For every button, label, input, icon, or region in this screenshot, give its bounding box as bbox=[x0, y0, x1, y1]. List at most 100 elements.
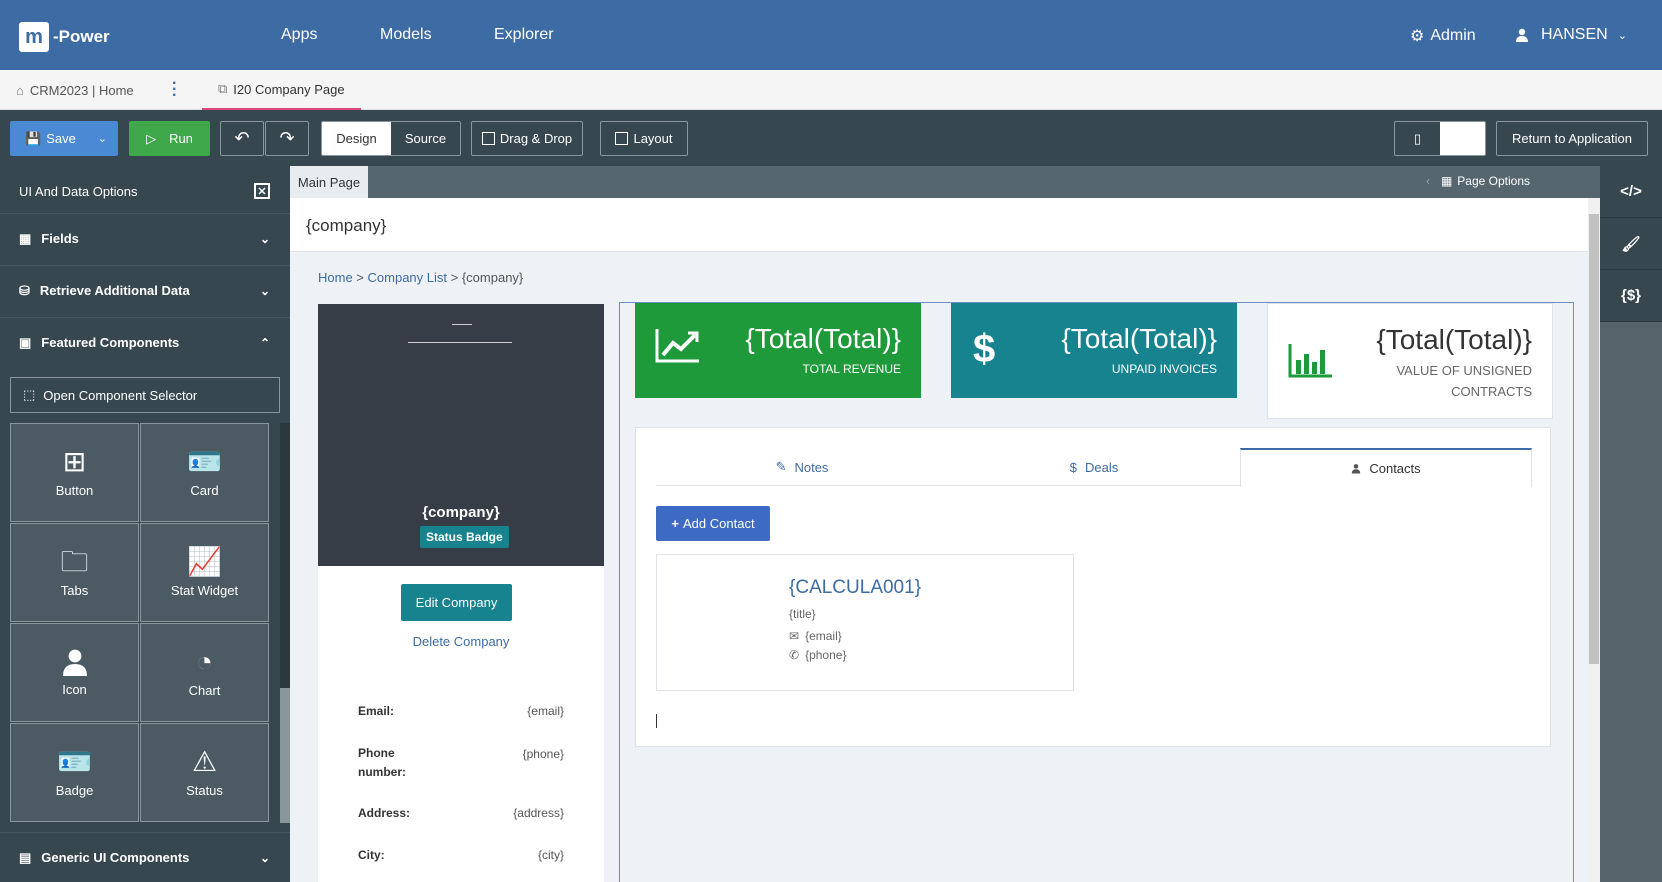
breadcrumb-home[interactable]: Home bbox=[318, 270, 353, 285]
delete-company-link[interactable]: Delete Company bbox=[318, 634, 604, 649]
tab-home[interactable]: ⌂ CRM2023 | Home bbox=[16, 70, 134, 110]
pie-chart-icon: ◔ bbox=[196, 646, 213, 677]
open-component-selector-button[interactable]: ⬚ Open Component Selector bbox=[10, 377, 280, 413]
layout-label: Layout bbox=[633, 131, 673, 146]
layout-button[interactable]: Layout bbox=[600, 121, 688, 156]
phone-value: {phone} bbox=[522, 747, 564, 761]
tab-contacts[interactable]: Contacts bbox=[1240, 448, 1532, 487]
main-page-tab[interactable]: Main Page bbox=[290, 166, 368, 198]
component-button[interactable]: ⊞ Button bbox=[10, 423, 139, 522]
sidebar-item-fields[interactable]: ▦ Fields ⌄ bbox=[0, 213, 290, 263]
sidebar-item-featured[interactable]: ▣ Featured Components ⌃ bbox=[0, 317, 290, 367]
contact-card[interactable]: {CALCULA001} {title} ✉ {email} ✆ {phone} bbox=[656, 554, 1074, 691]
component-chart[interactable]: ◔ Chart bbox=[140, 623, 269, 722]
brush-icon: 🖌 bbox=[1621, 235, 1641, 253]
retrieve-label: Retrieve Additional Data bbox=[39, 283, 190, 298]
component-grid: ⊞ Button 🪪 Card 🗀 Tabs 📈 Stat Widget Ico… bbox=[10, 423, 270, 823]
user-menu[interactable]: HANSEN ⌄ bbox=[1515, 26, 1627, 44]
company-card: {company} Status Badge Edit Company Dele… bbox=[318, 304, 604, 882]
stat-label: VALUE OF UNSIGNED CONTRACTS bbox=[1396, 363, 1532, 399]
script-button[interactable]: {$} bbox=[1600, 270, 1662, 322]
component-stat-widget[interactable]: 📈 Stat Widget bbox=[140, 523, 269, 622]
component-label: Tabs bbox=[60, 583, 89, 598]
list-icon: ▤ bbox=[19, 849, 32, 865]
component-icon[interactable]: Icon bbox=[10, 623, 139, 722]
stat-total-revenue[interactable]: {Total(Total)} TOTAL REVENUE bbox=[635, 303, 921, 398]
style-button[interactable]: 🖌 bbox=[1600, 218, 1662, 270]
scrollbar-thumb[interactable] bbox=[1589, 214, 1599, 664]
warning-icon: ⚠ bbox=[191, 746, 218, 777]
undo-button[interactable]: ↶ bbox=[220, 121, 264, 156]
user-icon bbox=[1516, 28, 1528, 42]
page-title: {company} bbox=[306, 216, 387, 235]
divider bbox=[452, 324, 472, 325]
generic-label: Generic UI Components bbox=[41, 850, 190, 865]
admin-label: Admin bbox=[1430, 27, 1476, 44]
code-button[interactable]: </> bbox=[1600, 166, 1662, 218]
plus-square-icon: ⊞ bbox=[62, 446, 87, 477]
sidebar-item-retrieve[interactable]: ⛁ Retrieve Additional Data ⌄ bbox=[0, 265, 290, 315]
more-options-icon[interactable]: · · · bbox=[172, 76, 177, 104]
nav-models[interactable]: Models bbox=[380, 26, 432, 44]
nav-explorer[interactable]: Explorer bbox=[494, 26, 554, 44]
page-options-label: Page Options bbox=[1457, 174, 1530, 188]
run-button[interactable]: ▷ Run bbox=[129, 121, 210, 156]
device-toggle: ▯ 🖵 bbox=[1394, 121, 1486, 156]
left-sidebar: UI And Data Options ✕ ▦ Fields ⌄ ⛁ Retri… bbox=[0, 166, 290, 882]
tab-company-page[interactable]: ⧉ I20 Company Page bbox=[202, 70, 361, 110]
stat-unsigned-contracts[interactable]: {Total(Total)} VALUE OF UNSIGNED CONTRAC… bbox=[1267, 303, 1553, 419]
close-icon[interactable]: ✕ bbox=[254, 183, 270, 199]
app-logo[interactable]: m -Power bbox=[19, 22, 110, 52]
component-status[interactable]: ⚠ Status bbox=[140, 723, 269, 822]
editor-toolbar: 💾 Save ⌄ ▷ Run ↶ ↷ Design Source Drag & … bbox=[0, 110, 1662, 166]
component-label: Badge bbox=[55, 783, 94, 798]
status-badge: Status Badge bbox=[420, 526, 509, 548]
sidebar-scrollbar[interactable] bbox=[280, 423, 290, 823]
tab-contacts-label: Contacts bbox=[1369, 461, 1421, 476]
nav-apps[interactable]: Apps bbox=[281, 26, 317, 44]
phone-icon: ✆ bbox=[789, 648, 800, 662]
user-icon bbox=[62, 649, 87, 676]
breadcrumb-company-list[interactable]: Company List bbox=[368, 270, 447, 285]
redo-button[interactable]: ↷ bbox=[265, 121, 309, 156]
desktop-view-button[interactable]: 🖵 bbox=[1440, 122, 1485, 155]
stat-label: TOTAL REVENUE bbox=[802, 362, 901, 376]
folder-icon: 🗀 bbox=[60, 546, 89, 577]
component-card[interactable]: 🪪 Card bbox=[140, 423, 269, 522]
page-header: {company} bbox=[290, 198, 1588, 252]
canvas-scrollbar[interactable] bbox=[1588, 198, 1600, 882]
gear-icon: ⚙ bbox=[1410, 28, 1425, 45]
component-label: Card bbox=[190, 483, 219, 498]
source-tab[interactable]: Source bbox=[391, 122, 460, 155]
chart-line-icon: 📈 bbox=[187, 546, 222, 577]
save-button[interactable]: 💾 Save ⌄ bbox=[10, 121, 118, 156]
stat-value: {Total(Total)} bbox=[1376, 324, 1532, 355]
design-tab[interactable]: Design bbox=[322, 122, 391, 155]
fields-label: Fields bbox=[41, 231, 79, 246]
contact-name[interactable]: {CALCULA001} bbox=[789, 577, 921, 599]
admin-menu[interactable]: ⚙ Admin bbox=[1410, 26, 1476, 46]
mobile-view-button[interactable]: ▯ bbox=[1395, 122, 1440, 155]
city-value: {city} bbox=[537, 848, 564, 862]
tab-deals[interactable]: $ Deals bbox=[948, 448, 1240, 486]
breadcrumb-current: {company} bbox=[461, 270, 524, 285]
chevron-down-icon: ⌄ bbox=[259, 283, 270, 298]
scrollbar-thumb[interactable] bbox=[280, 688, 290, 823]
add-contact-button[interactable]: + Add Contact bbox=[656, 506, 770, 541]
cube-icon: ▣ bbox=[19, 334, 32, 350]
company-card-header: {company} Status Badge bbox=[318, 304, 604, 566]
page-options-button[interactable]: ‹ ▦ Page Options bbox=[1426, 174, 1530, 188]
mobile-icon: ▯ bbox=[1413, 130, 1422, 146]
stat-unpaid-invoices[interactable]: $ {Total(Total)} UNPAID INVOICES bbox=[951, 303, 1237, 398]
return-to-application-button[interactable]: Return to Application bbox=[1496, 121, 1648, 156]
chevron-down-icon: ⌄ bbox=[259, 850, 270, 865]
edit-company-button[interactable]: Edit Company bbox=[401, 584, 512, 621]
tab-notes[interactable]: ✎ Notes bbox=[656, 448, 948, 486]
drag-drop-button[interactable]: Drag & Drop bbox=[471, 121, 583, 156]
sidebar-item-generic[interactable]: ▤ Generic UI Components ⌄ bbox=[0, 832, 290, 882]
component-tabs[interactable]: 🗀 Tabs bbox=[10, 523, 139, 622]
component-badge[interactable]: 🪪 Badge bbox=[10, 723, 139, 822]
stat-label: UNPAID INVOICES bbox=[1111, 362, 1217, 376]
plus-icon: + bbox=[671, 516, 680, 531]
copy-icon: ⧉ bbox=[218, 81, 228, 96]
